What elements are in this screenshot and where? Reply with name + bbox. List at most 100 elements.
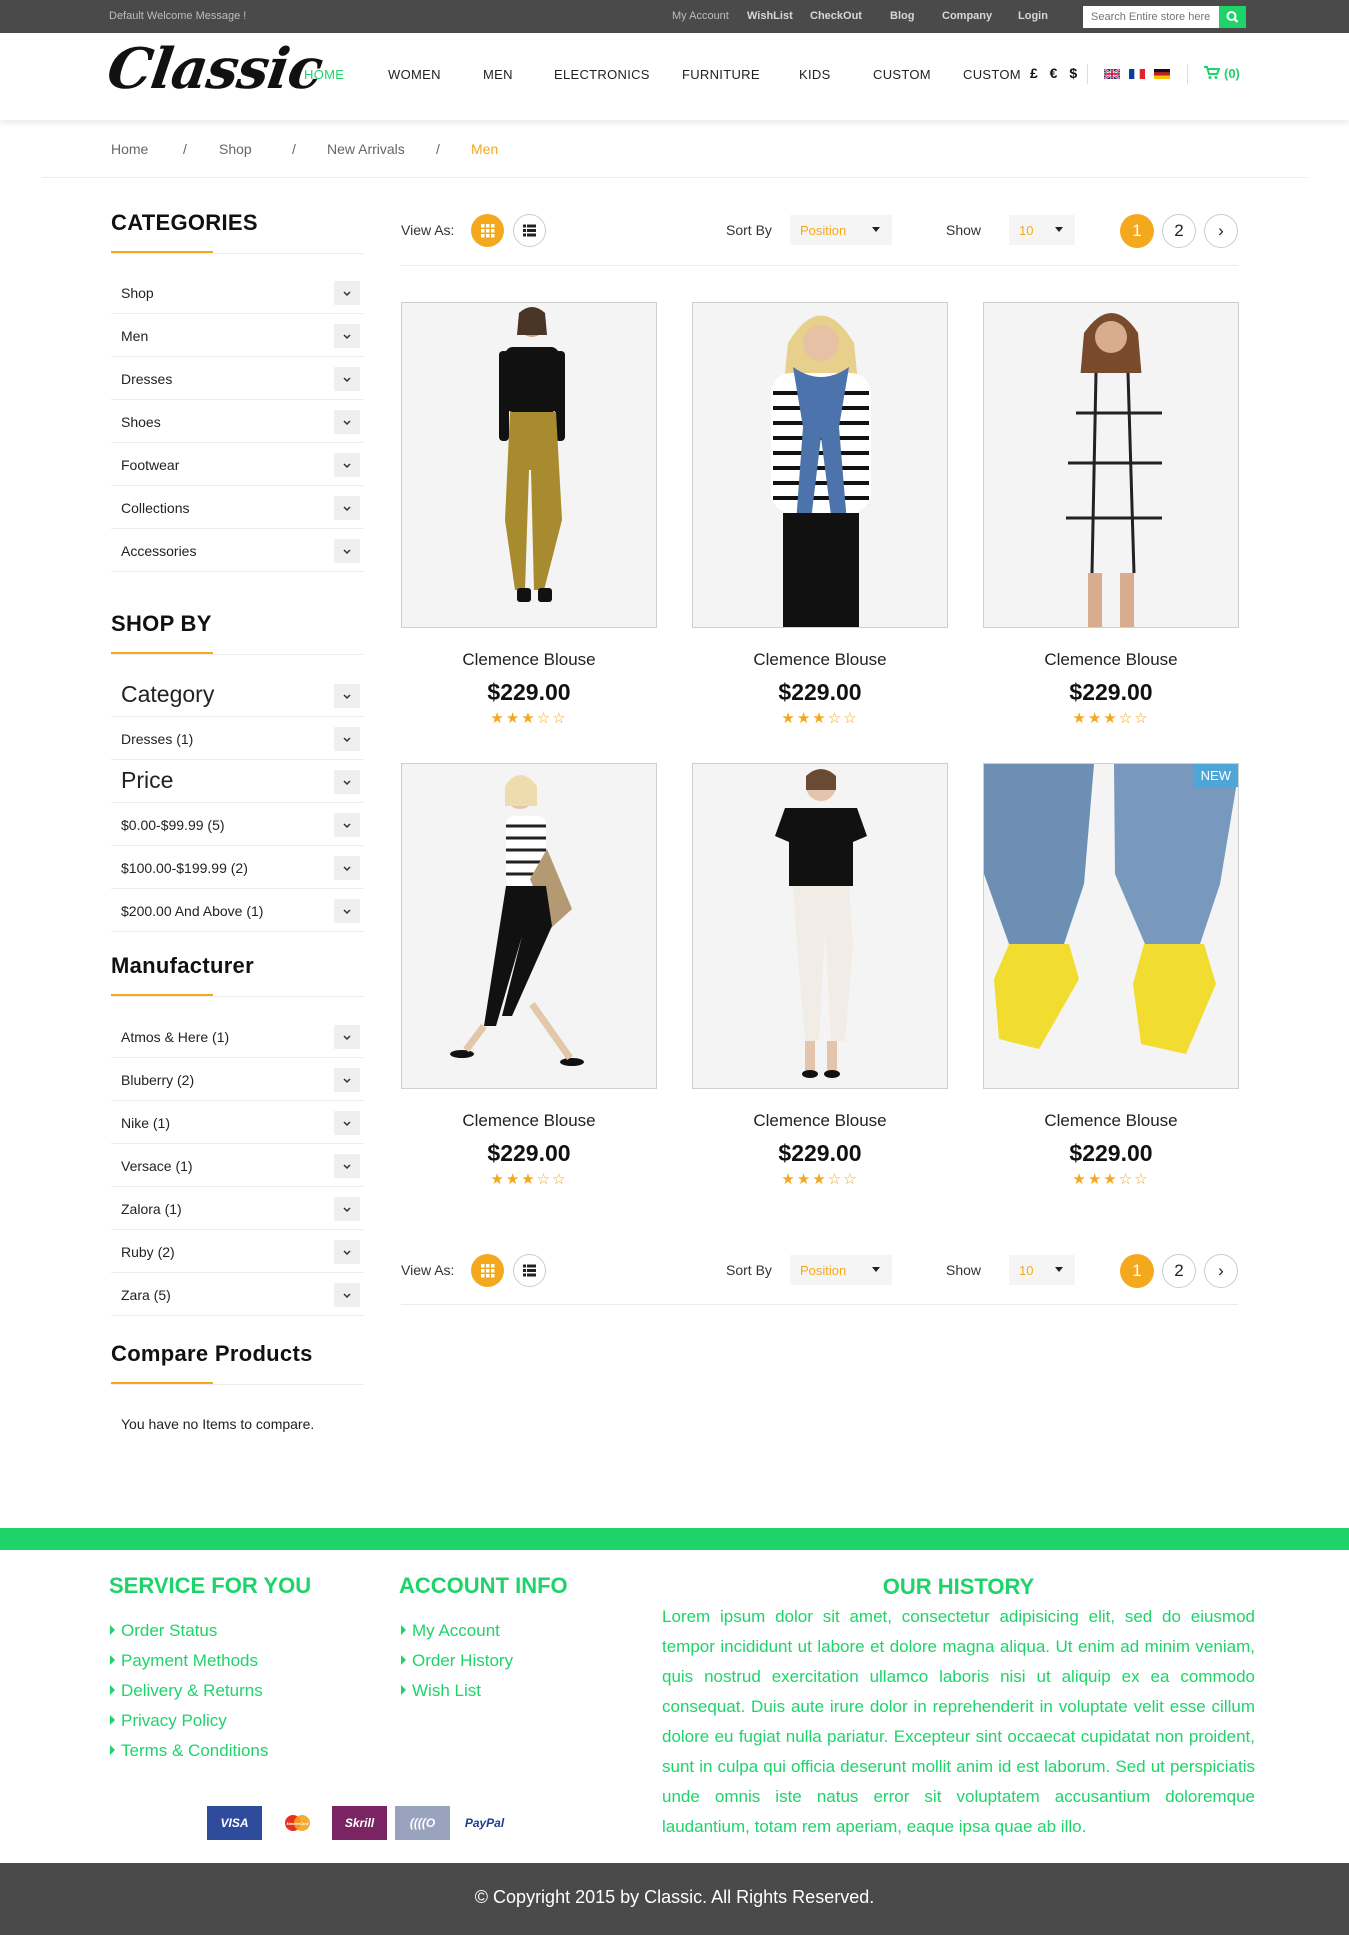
product-name[interactable]: Clemence Blouse bbox=[983, 1111, 1239, 1131]
germany-flag-icon[interactable] bbox=[1154, 69, 1170, 79]
category-item[interactable]: Shop bbox=[111, 272, 364, 314]
show-select[interactable]: 10 bbox=[1009, 215, 1075, 245]
footer-link-order-history[interactable]: Order History bbox=[401, 1651, 513, 1671]
chevron-down-icon[interactable] bbox=[334, 1025, 360, 1049]
chevron-down-icon[interactable] bbox=[334, 539, 360, 563]
next-page-button[interactable]: › bbox=[1204, 1254, 1238, 1288]
filter-item[interactable]: $0.00-$99.99 (5) bbox=[111, 804, 364, 846]
manufacturer-item[interactable]: Versace (1) bbox=[111, 1145, 364, 1187]
nav-custom-2[interactable]: CUSTOM bbox=[963, 67, 1021, 82]
chevron-down-icon[interactable] bbox=[334, 453, 360, 477]
nav-electronics[interactable]: ELECTRONICS bbox=[554, 67, 650, 82]
cart-button[interactable]: (0) bbox=[1204, 66, 1240, 81]
product-name[interactable]: Clemence Blouse bbox=[401, 650, 657, 670]
footer-link-wish-list[interactable]: Wish List bbox=[401, 1681, 481, 1701]
page-1-button[interactable]: 1 bbox=[1120, 1254, 1154, 1288]
filter-item[interactable]: $200.00 And Above (1) bbox=[111, 890, 364, 932]
product-name[interactable]: Clemence Blouse bbox=[692, 1111, 948, 1131]
category-item[interactable]: Accessories bbox=[111, 530, 364, 572]
grid-view-button[interactable] bbox=[471, 214, 504, 247]
chevron-down-icon[interactable] bbox=[334, 496, 360, 520]
nav-kids[interactable]: KIDS bbox=[799, 67, 831, 82]
my-account-link[interactable]: My Account bbox=[672, 10, 729, 22]
chevron-down-icon[interactable] bbox=[334, 1240, 360, 1264]
manufacturer-item[interactable]: Nike (1) bbox=[111, 1102, 364, 1144]
page-1-button[interactable]: 1 bbox=[1120, 214, 1154, 248]
chevron-down-icon[interactable] bbox=[334, 856, 360, 880]
product-image[interactable] bbox=[401, 302, 657, 628]
nav-men[interactable]: MEN bbox=[483, 67, 513, 82]
filter-item[interactable]: Dresses (1) bbox=[111, 718, 364, 760]
product-image[interactable] bbox=[983, 302, 1239, 628]
chevron-down-icon[interactable] bbox=[334, 813, 360, 837]
manufacturer-item[interactable]: Bluberry (2) bbox=[111, 1059, 364, 1101]
chevron-down-icon[interactable] bbox=[334, 1068, 360, 1092]
sort-select[interactable]: Position bbox=[790, 1255, 892, 1285]
company-link[interactable]: Company bbox=[942, 10, 992, 22]
breadcrumb-new-arrivals[interactable]: New Arrivals bbox=[327, 141, 405, 157]
chevron-down-icon[interactable] bbox=[334, 727, 360, 751]
chevron-down-icon[interactable] bbox=[334, 899, 360, 923]
chevron-down-icon[interactable] bbox=[334, 1154, 360, 1178]
nav-custom[interactable]: CUSTOM bbox=[873, 67, 931, 82]
chevron-down-icon[interactable] bbox=[334, 684, 360, 708]
chevron-down-icon[interactable] bbox=[334, 1283, 360, 1307]
category-item[interactable]: Collections bbox=[111, 487, 364, 529]
breadcrumb-home[interactable]: Home bbox=[111, 141, 148, 157]
filter-heading-price[interactable]: Price bbox=[111, 761, 364, 803]
chevron-down-icon[interactable] bbox=[334, 324, 360, 348]
page-2-button[interactable]: 2 bbox=[1162, 214, 1196, 248]
france-flag-icon[interactable] bbox=[1129, 69, 1145, 79]
footer-link-delivery-returns[interactable]: Delivery & Returns bbox=[110, 1681, 263, 1701]
product-price: $229.00 bbox=[1069, 1140, 1153, 1166]
next-page-button[interactable]: › bbox=[1204, 214, 1238, 248]
product-image[interactable] bbox=[401, 763, 657, 1089]
chevron-down-icon[interactable] bbox=[334, 367, 360, 391]
wishlist-link[interactable]: WishList bbox=[747, 10, 793, 22]
category-item[interactable]: Dresses bbox=[111, 358, 364, 400]
footer-link-privacy-policy[interactable]: Privacy Policy bbox=[110, 1711, 227, 1731]
footer-link-payment-methods[interactable]: Payment Methods bbox=[110, 1651, 258, 1671]
category-item[interactable]: Footwear bbox=[111, 444, 364, 486]
product-image[interactable] bbox=[692, 763, 948, 1089]
product-image[interactable] bbox=[692, 302, 948, 628]
category-item[interactable]: Shoes bbox=[111, 401, 364, 443]
grid-view-button[interactable] bbox=[471, 1254, 504, 1287]
manufacturer-item[interactable]: Zara (5) bbox=[111, 1274, 364, 1316]
currency-switcher[interactable]: £ € $ bbox=[1030, 65, 1081, 81]
nav-furniture[interactable]: FURNITURE bbox=[682, 67, 760, 82]
login-link[interactable]: Login bbox=[1018, 10, 1048, 22]
uk-flag-icon[interactable] bbox=[1104, 69, 1120, 79]
footer-link-my-account[interactable]: My Account bbox=[401, 1621, 500, 1641]
footer-link-order-status[interactable]: Order Status bbox=[110, 1621, 217, 1641]
chevron-down-icon[interactable] bbox=[334, 770, 360, 794]
filter-item[interactable]: $100.00-$199.99 (2) bbox=[111, 847, 364, 889]
show-select[interactable]: 10 bbox=[1009, 1255, 1075, 1285]
site-logo[interactable]: Classic bbox=[103, 36, 326, 102]
search-button[interactable] bbox=[1219, 6, 1246, 28]
list-view-button[interactable] bbox=[513, 1254, 546, 1287]
product-name[interactable]: Clemence Blouse bbox=[692, 650, 948, 670]
product-image[interactable]: NEW bbox=[983, 763, 1239, 1089]
sort-select[interactable]: Position bbox=[790, 215, 892, 245]
chevron-down-icon[interactable] bbox=[334, 1111, 360, 1135]
search-input[interactable] bbox=[1083, 6, 1219, 28]
chevron-down-icon[interactable] bbox=[334, 410, 360, 434]
manufacturer-item[interactable]: Atmos & Here (1) bbox=[111, 1016, 364, 1058]
list-view-button[interactable] bbox=[513, 214, 546, 247]
category-item[interactable]: Men bbox=[111, 315, 364, 357]
filter-heading-category[interactable]: Category bbox=[111, 675, 364, 717]
nav-women[interactable]: WOMEN bbox=[388, 67, 441, 82]
product-name[interactable]: Clemence Blouse bbox=[983, 650, 1239, 670]
footer-link-terms[interactable]: Terms & Conditions bbox=[110, 1741, 268, 1761]
chevron-down-icon[interactable] bbox=[334, 1197, 360, 1221]
manufacturer-item[interactable]: Zalora (1) bbox=[111, 1188, 364, 1230]
chevron-down-icon[interactable] bbox=[334, 281, 360, 305]
nav-home[interactable]: HOME bbox=[304, 67, 344, 82]
product-name[interactable]: Clemence Blouse bbox=[401, 1111, 657, 1131]
blog-link[interactable]: Blog bbox=[890, 10, 914, 22]
manufacturer-item[interactable]: Ruby (2) bbox=[111, 1231, 364, 1273]
checkout-link[interactable]: CheckOut bbox=[810, 10, 862, 22]
breadcrumb-shop[interactable]: Shop bbox=[219, 141, 252, 157]
page-2-button[interactable]: 2 bbox=[1162, 1254, 1196, 1288]
